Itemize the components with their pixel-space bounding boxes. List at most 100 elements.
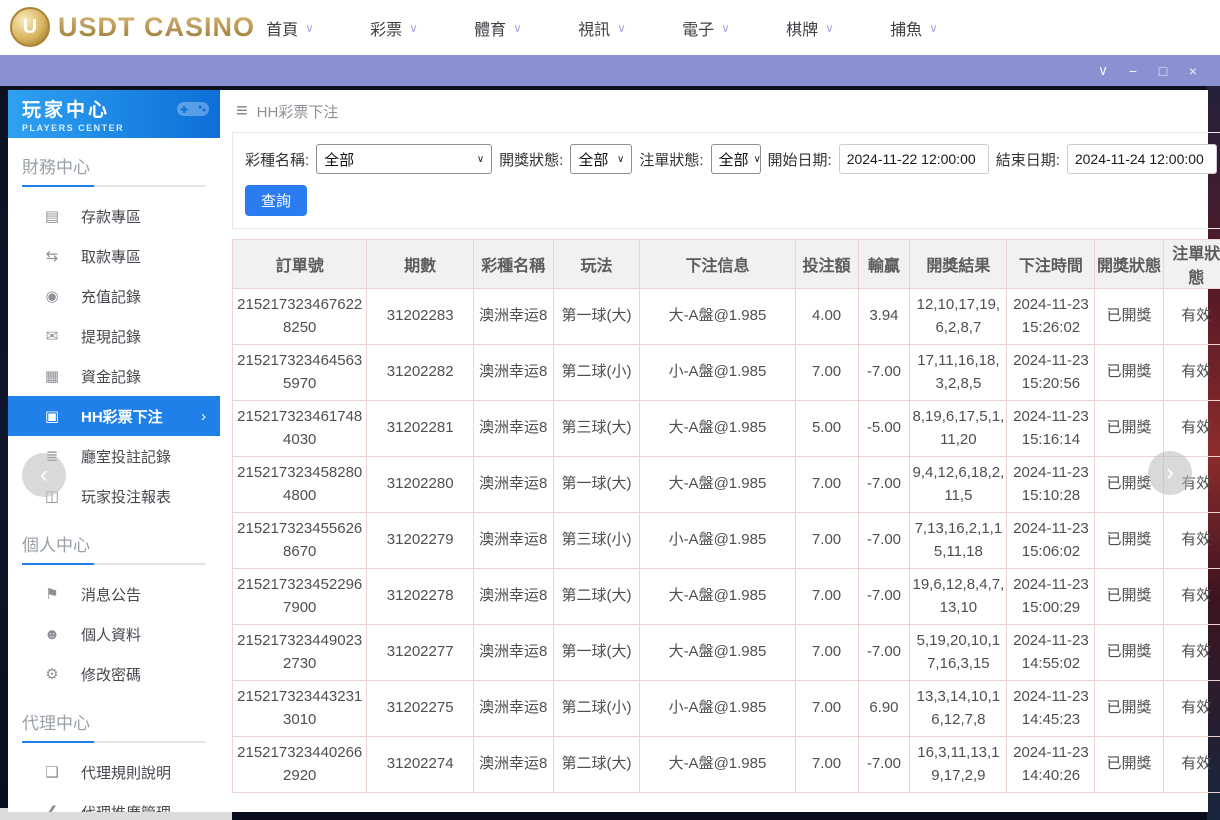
sidebar-item-label: 消息公告 bbox=[81, 584, 141, 605]
brand-name: USDT CASINO bbox=[58, 12, 255, 43]
chevron-down-icon: ∨ bbox=[477, 154, 484, 165]
lottery-name-select[interactable]: 全部 ∨ bbox=[316, 144, 492, 174]
cell-play_type: 第三球(大) bbox=[553, 401, 640, 457]
col-header-play_type: 玩法 bbox=[553, 240, 640, 289]
cell-play_type: 第二球(小) bbox=[553, 345, 640, 401]
minimize-button[interactable]: − bbox=[1118, 63, 1148, 79]
draw-status-value: 全部 bbox=[578, 149, 608, 170]
app-window: 玩家中心 PLAYERS CENTER 財務中心▤存款專區⇆取款專區◉充值記錄✉… bbox=[8, 90, 1208, 812]
cell-lottery_name: 澳洲幸运8 bbox=[473, 569, 553, 625]
cell-win_loss: -7.00 bbox=[858, 569, 910, 625]
table-row: 215217323449023273031202277澳洲幸运8第一球(大)大-… bbox=[233, 625, 1220, 681]
brand-logo[interactable]: U USDT CASINO bbox=[10, 7, 255, 47]
collapse-sidebar-button[interactable]: ‹ bbox=[22, 453, 66, 497]
cell-order_no: 2152173234402662920 bbox=[233, 737, 367, 793]
sidebar-item-0-5[interactable]: ▣HH彩票下注› bbox=[8, 396, 220, 436]
nav-item-label: 視訊 bbox=[578, 16, 610, 40]
nav-item-3[interactable]: 視訊∨ bbox=[550, 16, 654, 40]
draw-status-select[interactable]: 全部 ∨ bbox=[570, 144, 632, 174]
nav-item-6[interactable]: 捕魚 ∨ bbox=[862, 16, 966, 40]
table-row: 215217323440266292031202274澳洲幸运8第二球(大)大-… bbox=[233, 737, 1220, 793]
cell-bet_amount: 5.00 bbox=[795, 401, 858, 457]
cell-period: 31202275 bbox=[367, 681, 474, 737]
chevron-down-icon: ∨ bbox=[929, 21, 938, 35]
cell-order_status: 有效 bbox=[1163, 289, 1220, 345]
cell-period: 31202280 bbox=[367, 457, 474, 513]
sidebar-item-2-0[interactable]: ❏代理規則說明 bbox=[8, 752, 220, 792]
table-row: 215217323461748403031202281澳洲幸运8第三球(大)大-… bbox=[233, 401, 1220, 457]
chevron-down-icon: ∨ bbox=[754, 154, 761, 165]
cell-bet_amount: 7.00 bbox=[795, 345, 858, 401]
scroll-right-button[interactable]: › bbox=[1148, 451, 1192, 495]
chevron-down-icon: ∨ bbox=[617, 154, 624, 165]
sidebar-item-0-4[interactable]: ▦資金記錄 bbox=[8, 356, 220, 396]
dropdown-button[interactable]: ∨ bbox=[1088, 62, 1118, 79]
sidebar-item-0-2[interactable]: ◉充值記錄 bbox=[8, 276, 220, 316]
cell-order_status: 有效 bbox=[1163, 625, 1220, 681]
cell-bet_time: 2024-11-23 15:10:28 bbox=[1007, 457, 1095, 513]
cell-order_no: 2152173234676228250 bbox=[233, 289, 367, 345]
col-header-period: 期數 bbox=[367, 240, 474, 289]
cell-period: 31202283 bbox=[367, 289, 474, 345]
nav-item-2[interactable]: 體育∨ bbox=[446, 16, 550, 40]
nav-item-label: 捕魚 bbox=[890, 16, 922, 40]
sidebar-item-1-0[interactable]: ⚑ 消息公告 bbox=[8, 574, 220, 614]
col-header-draw_result: 開獎結果 bbox=[910, 240, 1007, 289]
chevron-down-icon: ∨ bbox=[305, 21, 314, 35]
close-button[interactable]: × bbox=[1178, 63, 1208, 79]
cell-win_loss: -7.00 bbox=[858, 625, 910, 681]
table-header-row: 訂單號期數彩種名稱玩法下注信息投注額輸贏開獎結果下注時間開獎狀態注單狀態 bbox=[233, 240, 1220, 289]
chevron-down-icon: ∨ bbox=[409, 21, 418, 35]
cell-bet_time: 2024-11-23 14:45:23 bbox=[1007, 681, 1095, 737]
cell-draw_result: 8,19,6,17,5,1,11,20 bbox=[910, 401, 1007, 457]
cashout-record-icon: ✉ bbox=[42, 327, 62, 345]
table-row: 215217323458280480031202280澳洲幸运8第一球(大)大-… bbox=[233, 457, 1220, 513]
nav-item-1[interactable]: 彩票∨ bbox=[342, 16, 446, 40]
cell-bet_time: 2024-11-23 15:06:02 bbox=[1007, 513, 1095, 569]
page: U USDT CASINO 首頁∨彩票∨體育∨視訊∨電子∨棋牌∨捕魚∨ ∨−□×… bbox=[0, 0, 1220, 820]
cell-order_no: 2152173234556268670 bbox=[233, 513, 367, 569]
maximize-button[interactable]: □ bbox=[1148, 63, 1178, 79]
cell-order_no: 2152173234432313010 bbox=[233, 681, 367, 737]
col-header-draw_status: 開獎狀態 bbox=[1095, 240, 1163, 289]
search-button[interactable]: 查詢 bbox=[245, 185, 307, 216]
cell-draw_result: 5,19,20,10,17,16,3,15 bbox=[910, 625, 1007, 681]
profile-icon: ☻ bbox=[42, 626, 62, 643]
cell-draw_status: 已開獎 bbox=[1095, 345, 1163, 401]
cell-order_no: 2152173234582804800 bbox=[233, 457, 367, 513]
cell-lottery_name: 澳洲幸运8 bbox=[473, 513, 553, 569]
filter-panel: 彩種名稱: 全部 ∨ 開獎狀態: 全部 ∨ 注單狀態: 全部 ∨ bbox=[232, 132, 1220, 229]
cell-period: 31202282 bbox=[367, 345, 474, 401]
start-date-input[interactable] bbox=[839, 144, 989, 174]
nav-item-0[interactable]: 首頁∨ bbox=[238, 16, 342, 40]
cell-win_loss: -7.00 bbox=[858, 737, 910, 793]
cell-bet_time: 2024-11-23 14:55:02 bbox=[1007, 625, 1095, 681]
sidebar-item-0-1[interactable]: ⇆取款專區 bbox=[8, 236, 220, 276]
gear-icon: ⚙ bbox=[42, 665, 62, 683]
sidebar-item-0-0[interactable]: ▤存款專區 bbox=[8, 196, 220, 236]
order-status-select[interactable]: 全部 ∨ bbox=[711, 144, 761, 174]
start-date-label: 開始日期: bbox=[768, 149, 832, 170]
cell-bet_info: 大-A盤@1.985 bbox=[640, 457, 795, 513]
cell-bet_info: 小-A盤@1.985 bbox=[640, 681, 795, 737]
cell-period: 31202279 bbox=[367, 513, 474, 569]
lottery-name-label: 彩種名稱: bbox=[245, 149, 309, 170]
cell-draw_result: 7,13,16,2,1,15,11,18 bbox=[910, 513, 1007, 569]
end-date-input[interactable] bbox=[1067, 144, 1217, 174]
hamburger-icon[interactable]: ≡ bbox=[236, 100, 248, 123]
cell-play_type: 第二球(小) bbox=[553, 681, 640, 737]
chevron-right-icon: › bbox=[1166, 459, 1174, 487]
sidebar-item-1-2[interactable]: ⚙修改密碼 bbox=[8, 654, 220, 694]
sidebar-item-2-1[interactable]: ❮代理推廣管理 bbox=[8, 792, 220, 812]
bell-icon: ⚑ bbox=[42, 585, 62, 603]
sidebar-item-0-3[interactable]: ✉提現記錄 bbox=[8, 316, 220, 356]
nav-item-5[interactable]: 棋牌∨ bbox=[758, 16, 862, 40]
coin-icon: U bbox=[10, 7, 50, 47]
nav-item-4[interactable]: 電子∨ bbox=[654, 16, 758, 40]
draw-status-label: 開獎狀態: bbox=[499, 149, 563, 170]
sidebar-item-1-1[interactable]: ☻個人資料 bbox=[8, 614, 220, 654]
cell-bet_info: 小-A盤@1.985 bbox=[640, 513, 795, 569]
col-header-bet_info: 下注信息 bbox=[640, 240, 795, 289]
main-content: ≡ HH彩票下注 彩種名稱: 全部 ∨ 開獎狀態: 全部 ∨ 注單狀態: bbox=[220, 90, 1220, 812]
nav-item-label: 體育 bbox=[474, 16, 506, 40]
